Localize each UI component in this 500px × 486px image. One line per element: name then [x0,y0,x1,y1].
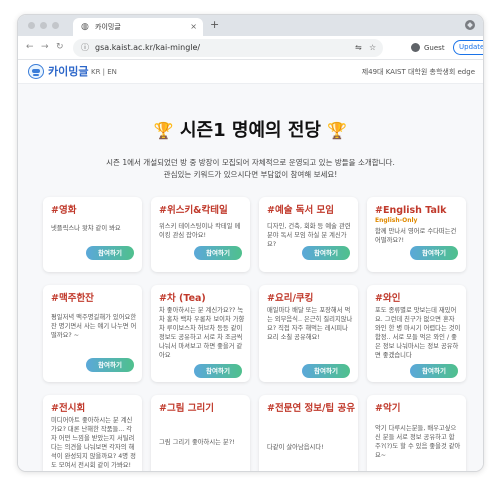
card-title: #요리/쿠킹 [267,293,314,304]
card-description: 함께 만나서 영어로 수다떠는건 어떨까요?! [375,228,457,244]
card-description: 넷플릭스나 왓챠 같이 봐요 [51,225,121,232]
card-title: #영화 [51,205,77,216]
tab-title: 카이밍글 [95,23,121,31]
room-card-drawing: #그림 그리기 그림 그리기 좋아하시는 분?! [151,395,250,471]
window-close-dot[interactable] [28,22,35,29]
site-info-icon[interactable]: ⓘ [81,43,89,53]
intro-line-1: 시즌 1에서 개설되었던 방 중 방장이 모집되어 자체적으로 운영되고 있는 … [106,158,395,167]
language-switch[interactable]: KR | EN [91,67,117,77]
intro-line-2: 관심있는 키워드가 있으시다면 부담없이 참여해 보세요! [163,170,338,179]
card-title: #그림 그리기 [159,403,214,414]
join-button[interactable]: 참여하기 [86,358,134,372]
window-zoom-dot[interactable] [52,22,59,29]
card-description: 미디어아트 좋아하시는 분 계신가요? 대론 난해한 작품들... 각자 어떤 … [51,417,136,469]
card-title: #English Talk [375,205,447,216]
site-header: 카이밍글 KR | EN 제49대 KAIST 대학원 총학생회 edge [18,60,483,84]
join-button[interactable]: 참여하기 [194,364,242,378]
card-title: #위스키&칵테일 [159,205,228,216]
room-card-cooking: #요리/쿠킹 매일마다 배달 또는 포장해서 먹는 외부음식.. 은근히 질리지… [259,285,358,382]
card-description: 평일저녁 맥주명길해가 있어요한잔 명기면서 사는 얘기 나누면 어떨까요? ~ [51,314,137,339]
logo-icon[interactable] [28,64,44,79]
card-subtitle: English-Only [375,217,418,224]
room-card-art-books: #예술 독서 모임 디자인, 건축, 회화 등 예술 관련 분야 독서 모임 하… [259,197,358,272]
new-tab-icon[interactable]: + [210,19,219,31]
hall-of-fame-section: 🏆 시즌1 명예의 전당 🏆 시즌 1에서 개설되었던 방 중 방장이 모집되어… [18,84,483,471]
room-card-instruments: #악기 악기 다루시는분들, 배우고싶으신 분들 서로 정보 공유하고 합주?(… [367,395,466,471]
address-bar-row: ← → ↻ ⓘ gsa.kaist.ac.kr/kai-mingle/ ⇋ ☆ … [18,36,483,60]
room-card-beer: #맥주한잔 평일저녁 맥주명길해가 있어요한잔 명기면서 사는 얘기 나누면 어… [43,285,142,382]
guest-avatar-icon[interactable] [411,43,420,52]
join-button[interactable]: 참여하기 [302,364,350,378]
room-card-english-talk: #English Talk English-Only 함께 만나서 영어로 수다… [367,197,466,272]
card-description: 위스키 테이스팅이나 칵테일 메이킹 관심 잡아요! [159,223,241,239]
guest-label[interactable]: Guest [424,43,445,53]
trophy-icon: 🏆 [327,121,348,140]
browser-tab[interactable]: ◍ 카이밍글 × [73,18,203,36]
page-title: 🏆 시즌1 명예의 전당 🏆 [18,120,483,142]
url-field[interactable]: ⓘ gsa.kaist.ac.kr/kai-mingle/ ⇋ ☆ [73,39,383,57]
window-minimize-dot[interactable] [40,22,47,29]
join-button[interactable]: 참여하기 [302,246,350,260]
card-description: 차 좋아하시는 분 계신가요?? 녹차 홍차 백차 우롱차 보이차 가향차 루이… [159,307,245,359]
room-card-wine: #와인 포도 종류별로 맛보는데 재밌어요. 그런데 친구가 없으면 혼자 와인… [367,285,466,382]
reload-icon[interactable]: ↻ [56,42,64,53]
join-button[interactable]: 참여하기 [194,246,242,260]
tab-close-icon[interactable]: × [190,22,197,32]
back-icon[interactable]: ← [26,42,34,53]
card-title: #맥주한잔 [51,293,94,304]
room-card-exhibition: #전시회 미디어아트 좋아하시는 분 계신가요? 대론 난해한 작품들... 각… [43,395,142,471]
join-button[interactable]: 참여하기 [410,364,458,378]
page-title-text: 시즌1 명예의 전당 [180,120,321,141]
url-text[interactable]: gsa.kaist.ac.kr/kai-mingle/ [95,43,200,53]
join-button[interactable]: 참여하기 [410,246,458,260]
card-description: 포도 종류별로 맛보는데 재밌어요. 그런데 친구가 없으면 혼자 와인 한 병… [375,307,461,359]
card-title: #악기 [375,403,401,414]
browser-window: ◍ 카이밍글 × + ← → ↻ ⓘ gsa.kaist.ac.kr/kai-m… [17,14,484,472]
room-card-movie: #영화 넷플릭스나 왓챠 같이 봐요 참여하기 [43,197,142,272]
translate-icon[interactable]: ⇋ [355,43,362,53]
card-title: #예술 독서 모임 [267,205,335,216]
room-card-tea: #차 (Tea) 차 좋아하시는 분 계신가요?? 녹차 홍차 백차 우롱차 보… [151,285,250,382]
room-card-whisky: #위스키&칵테일 위스키 테이스팅이나 칵테일 메이킹 관심 잡아요! 참여하기 [151,197,250,272]
card-description: 디자인, 건축, 회화 등 예술 관련 분야 독서 모임 하실 분 계신가요? [267,223,351,248]
window-menu-icon[interactable] [465,20,475,30]
card-title: #차 (Tea) [159,293,206,304]
update-button[interactable]: Update [453,40,483,55]
tab-strip: ◍ 카이밍글 × + [18,15,483,36]
room-card-specialist-info: #전문연 정보/팁 공유 다같이 살아남읍시다! [259,395,358,471]
globe-icon: ◍ [81,22,89,32]
organization-label: 제49대 KAIST 대학원 총학생회 edge [361,68,475,76]
card-description: 다같이 살아남읍시다! [267,444,324,451]
card-description: 악기 다루시는분들, 배우고싶으신 분들 서로 정보 공유하고 합주?(?)도 … [375,425,461,459]
forward-icon[interactable]: → [41,42,49,53]
card-title: #와인 [375,293,401,304]
bookmark-star-icon[interactable]: ☆ [369,43,376,53]
join-button[interactable]: 참여하기 [86,246,134,260]
trophy-icon: 🏆 [153,121,174,140]
site-logo-text[interactable]: 카이밍글 [48,65,88,79]
card-title: #전시회 [51,403,86,414]
card-description: 그림 그리기 좋아하시는 분?! [159,439,235,446]
card-title: #전문연 정보/팁 공유 [267,403,355,414]
card-description: 매일마다 배달 또는 포장해서 먹는 외부음식.. 은근히 질리지않나요? 직접… [267,307,353,341]
